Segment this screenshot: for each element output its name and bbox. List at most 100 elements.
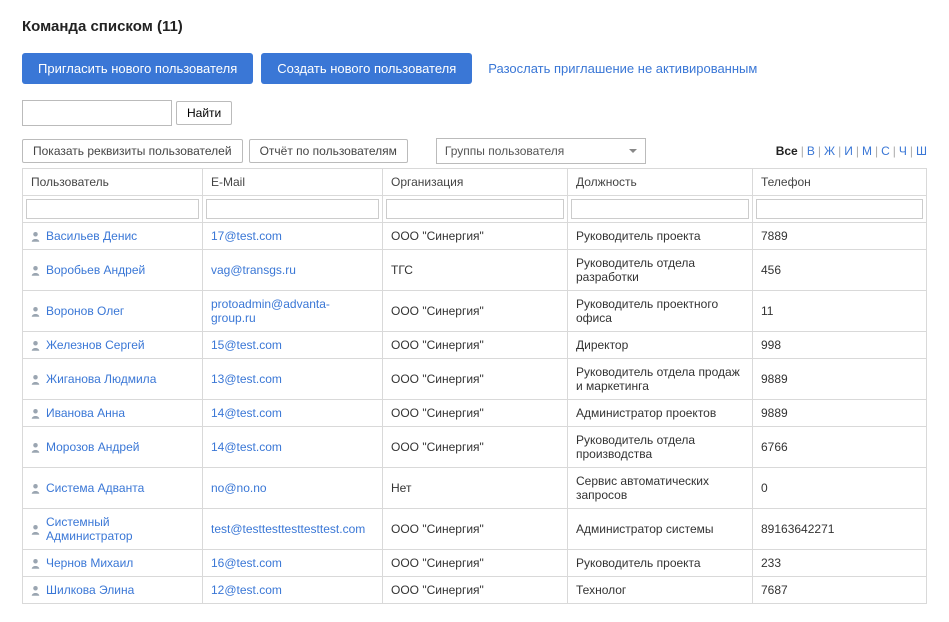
table-row: Воробьев Андрейvag@transgs.ruТГСРуководи… <box>23 250 927 291</box>
separator: | <box>801 144 804 158</box>
search-input[interactable] <box>22 100 172 126</box>
find-button[interactable]: Найти <box>176 101 232 125</box>
email-link[interactable]: 14@test.com <box>211 406 282 420</box>
position-cell: Руководитель отдела разработки <box>568 250 753 291</box>
phone-cell: 233 <box>753 550 927 577</box>
show-details-button[interactable]: Показать реквизиты пользователей <box>22 139 243 163</box>
email-link[interactable]: 16@test.com <box>211 556 282 570</box>
alpha-letter[interactable]: С <box>881 144 890 158</box>
separator: | <box>838 144 841 158</box>
phone-cell: 998 <box>753 332 927 359</box>
alpha-letter[interactable]: Ш <box>916 144 927 158</box>
person-icon <box>31 558 40 569</box>
table-row: Воронов Олегprotoadmin@advanta-group.ruО… <box>23 291 927 332</box>
user-link[interactable]: Системный Администратор <box>46 515 194 543</box>
separator: | <box>818 144 821 158</box>
table-row: Васильев Денис17@test.comООО "Синергия"Р… <box>23 223 927 250</box>
person-icon <box>31 374 40 385</box>
org-cell: ООО "Синергия" <box>383 332 568 359</box>
email-link[interactable]: protoadmin@advanta-group.ru <box>211 297 330 325</box>
alpha-letter[interactable]: Ж <box>824 144 835 158</box>
person-icon <box>31 483 40 494</box>
position-cell: Сервис автоматических запросов <box>568 468 753 509</box>
position-cell: Директор <box>568 332 753 359</box>
filter-pos-input[interactable] <box>571 199 749 219</box>
person-icon <box>31 585 40 596</box>
user-link[interactable]: Васильев Денис <box>46 229 137 243</box>
search-row: Найти <box>22 100 927 126</box>
phone-cell: 9889 <box>753 359 927 400</box>
user-link[interactable]: Жиганова Людмила <box>46 372 156 386</box>
org-cell: ООО "Синергия" <box>383 427 568 468</box>
page-title: Команда списком (11) <box>22 18 927 35</box>
position-cell: Руководитель проекта <box>568 550 753 577</box>
resend-invite-link[interactable]: Разослать приглашение не активированным <box>488 61 757 76</box>
table-row: Шилкова Элина12@test.comООО "Синергия"Те… <box>23 577 927 604</box>
col-phone[interactable]: Телефон <box>753 169 927 196</box>
person-icon <box>31 442 40 453</box>
users-table: Пользователь E-Mail Организация Должност… <box>22 168 927 604</box>
person-icon <box>31 340 40 351</box>
user-link[interactable]: Система Адванта <box>46 481 144 495</box>
col-pos[interactable]: Должность <box>568 169 753 196</box>
alpha-letter[interactable]: И <box>844 144 853 158</box>
user-link[interactable]: Морозов Андрей <box>46 440 139 454</box>
user-groups-select[interactable]: Группы пользователя <box>436 138 646 164</box>
person-icon <box>31 231 40 242</box>
phone-cell: 6766 <box>753 427 927 468</box>
org-cell: ООО "Синергия" <box>383 577 568 604</box>
person-icon <box>31 524 40 535</box>
separator: | <box>856 144 859 158</box>
user-link[interactable]: Воронов Олег <box>46 304 124 318</box>
separator: | <box>875 144 878 158</box>
table-row: Жиганова Людмила 13@test.com ООО "Синергия… <box>23 359 927 400</box>
person-icon <box>31 408 40 419</box>
phone-cell: 7687 <box>753 577 927 604</box>
table-row: Иванова Анна14@test.comООО "Синергия"Адм… <box>23 400 927 427</box>
col-email[interactable]: E-Mail <box>203 169 383 196</box>
alpha-filter: Все | В | Ж | И | М | С | Ч | Ш <box>776 144 927 158</box>
email-link[interactable]: 15@test.com <box>211 338 282 352</box>
filter-phone-input[interactable] <box>756 199 923 219</box>
email-link[interactable]: 17@test.com <box>211 229 282 243</box>
user-link[interactable]: Железнов Сергей <box>46 338 145 352</box>
phone-cell: 9889 <box>753 400 927 427</box>
phone-cell: 11 <box>753 291 927 332</box>
phone-cell: 7889 <box>753 223 927 250</box>
table-row: Система Адвантаno@no.noНетСервис автомат… <box>23 468 927 509</box>
phone-cell: 89163642271 <box>753 509 927 550</box>
table-row: Железнов Сергей 15@test.com ООО "Синергия"… <box>23 332 927 359</box>
position-cell: Руководитель отдела производства <box>568 427 753 468</box>
alpha-letter[interactable]: Ч <box>899 144 907 158</box>
alpha-letter[interactable]: В <box>807 144 815 158</box>
position-cell: Руководитель проекта <box>568 223 753 250</box>
person-icon <box>31 265 40 276</box>
user-link[interactable]: Иванова Анна <box>46 406 125 420</box>
email-link[interactable]: test@testtesttesttesttest.com <box>211 522 365 536</box>
org-cell: ООО "Синергия" <box>383 550 568 577</box>
col-org[interactable]: Организация <box>383 169 568 196</box>
position-cell: Администратор проектов <box>568 400 753 427</box>
chevron-down-icon <box>629 149 637 153</box>
user-report-button[interactable]: Отчёт по пользователям <box>249 139 408 163</box>
select-label: Группы пользователя <box>445 144 564 158</box>
col-user[interactable]: Пользователь <box>23 169 203 196</box>
table-row: Чернов Михаил 16@test.com ООО "Синергия"Ру… <box>23 550 927 577</box>
table-row: Системный Администратор test@testtesttest… <box>23 509 927 550</box>
create-user-button[interactable]: Создать нового пользователя <box>261 53 472 84</box>
filter-row <box>23 196 927 223</box>
user-link[interactable]: Воробьев Андрей <box>46 263 145 277</box>
user-link[interactable]: Чернов Михаил <box>46 556 133 570</box>
filter-org-input[interactable] <box>386 199 564 219</box>
invite-user-button[interactable]: Пригласить нового пользователя <box>22 53 253 84</box>
email-link[interactable]: 14@test.com <box>211 440 282 454</box>
email-link[interactable]: 13@test.com <box>211 372 282 386</box>
filter-email-input[interactable] <box>206 199 379 219</box>
alpha-all[interactable]: Все <box>776 144 798 158</box>
alpha-letter[interactable]: М <box>862 144 872 158</box>
phone-cell: 456 <box>753 250 927 291</box>
org-cell: ООО "Синергия" <box>383 359 568 400</box>
email-link[interactable]: no@no.no <box>211 481 267 495</box>
filter-user-input[interactable] <box>26 199 199 219</box>
email-link[interactable]: vag@transgs.ru <box>211 263 296 277</box>
